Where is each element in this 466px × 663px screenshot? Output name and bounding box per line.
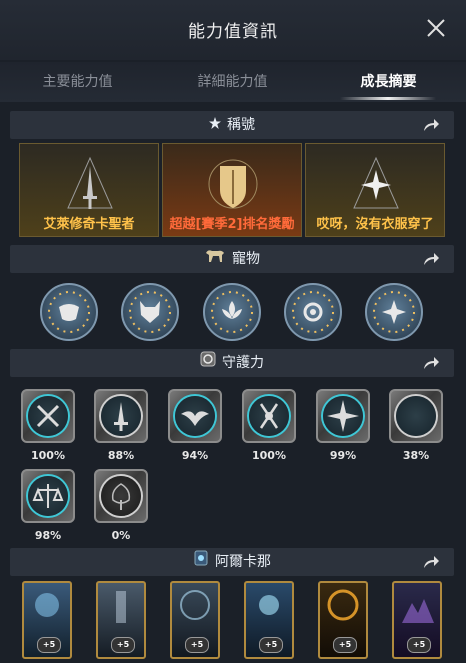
pet-slot-2[interactable] xyxy=(121,283,179,341)
card-level-badge: +5 xyxy=(333,637,357,653)
arcana-card-5[interactable]: +5 xyxy=(318,581,368,659)
pet-slot-1[interactable] xyxy=(40,283,98,341)
card-level-badge: +5 xyxy=(111,637,135,653)
title-card-label: 超越[賽季2]排名獎勵 xyxy=(169,217,295,232)
share-arrow-icon[interactable] xyxy=(422,117,440,133)
card-level-badge: +5 xyxy=(37,637,61,653)
card-level-badge: +5 xyxy=(407,637,431,653)
section-title-pets: 寵物 xyxy=(232,251,260,267)
tree-icon xyxy=(111,483,131,510)
guardian-slot-1[interactable] xyxy=(21,389,75,443)
tab-detail-stats[interactable]: 詳細能力值 xyxy=(155,62,310,102)
section-header-pets: 寵物 xyxy=(10,245,454,273)
arcana-card-1[interactable]: +5 xyxy=(22,581,72,659)
wolf-icon xyxy=(129,291,171,333)
share-arrow-icon[interactable] xyxy=(422,251,440,267)
card-art-icon xyxy=(327,589,359,621)
moon-icon xyxy=(410,406,420,426)
section-title-arcana: 阿爾卡那 xyxy=(215,554,271,570)
guardian-slot-3[interactable] xyxy=(168,389,222,443)
share-arrow-icon[interactable] xyxy=(422,355,440,371)
axes-icon xyxy=(259,403,279,429)
guardian-slot-5[interactable] xyxy=(316,389,370,443)
sword-icon xyxy=(114,402,128,431)
guardian-slot-2[interactable] xyxy=(94,389,148,443)
pet-slot-4[interactable] xyxy=(284,283,342,341)
guardian-percent: 0% xyxy=(111,529,131,542)
card-art-icon xyxy=(35,593,59,617)
title-card-label: 艾萊修奇卡聖者 xyxy=(43,217,135,232)
title-card-1[interactable]: 艾萊修奇卡聖者 xyxy=(19,143,159,237)
bird-icon xyxy=(181,411,209,426)
arcana-card-3[interactable]: +5 xyxy=(170,581,220,659)
title-card-3[interactable]: 哎呀，沒有衣服穿了 xyxy=(305,143,445,237)
section-title-guardian: 守護力 xyxy=(222,355,264,371)
section-header-titles: 稱號 xyxy=(10,111,454,139)
scales-icon xyxy=(32,484,64,508)
tab-main-stats[interactable]: 主要能力值 xyxy=(0,62,155,102)
tab-growth-summary[interactable]: 成長摘要 xyxy=(311,62,466,102)
pet-icon xyxy=(204,245,226,273)
guardian-percent: 88% xyxy=(107,449,135,462)
card-art-icon xyxy=(259,595,279,615)
guardian-slot-6[interactable] xyxy=(389,389,443,443)
card-art-icon xyxy=(402,599,434,623)
mask-icon xyxy=(48,291,90,333)
star-icon xyxy=(209,111,221,139)
arcana-card-6[interactable]: +5 xyxy=(392,581,442,659)
arcana-icon xyxy=(193,548,209,576)
crossed-swords-icon xyxy=(36,404,60,428)
sparkle-emblem-icon xyxy=(353,156,399,209)
compass-star-icon xyxy=(327,400,359,432)
title-card-label: 哎呀，沒有衣服穿了 xyxy=(316,217,434,232)
close-icon[interactable] xyxy=(426,18,446,38)
section-title-titles: 稱號 xyxy=(227,117,255,133)
tab-bar: 主要能力值 詳細能力值 成長摘要 xyxy=(0,62,466,102)
guardian-percent: 99% xyxy=(329,449,357,462)
guardian-icon xyxy=(200,349,216,377)
lotus-icon xyxy=(211,291,253,333)
guardian-percent: 98% xyxy=(34,529,62,542)
share-arrow-icon[interactable] xyxy=(422,554,440,570)
pet-slot-3[interactable] xyxy=(203,283,261,341)
window-header: 能力值資訊 xyxy=(0,0,466,60)
card-level-badge: +5 xyxy=(259,637,283,653)
section-header-arcana: 阿爾卡那 xyxy=(10,548,454,576)
card-level-badge: +5 xyxy=(185,637,209,653)
guardian-slot-7[interactable] xyxy=(21,469,75,523)
guardian-percent: 100% xyxy=(252,449,286,462)
active-tab-indicator xyxy=(340,97,436,100)
section-header-guardian: 守護力 xyxy=(10,349,454,377)
arcana-card-4[interactable]: +5 xyxy=(244,581,294,659)
card-art-icon xyxy=(180,590,210,620)
guardian-slot-4[interactable] xyxy=(242,389,296,443)
title-card-2[interactable]: 超越[賽季2]排名獎勵 xyxy=(162,143,302,237)
guardian-percent: 100% xyxy=(31,449,65,462)
eye-icon xyxy=(292,291,334,333)
pet-slot-5[interactable] xyxy=(365,283,423,341)
page-title: 能力值資訊 xyxy=(188,22,278,42)
guardian-slot-8[interactable] xyxy=(94,469,148,523)
sword-emblem-icon xyxy=(67,156,113,209)
flower-icon xyxy=(373,291,415,333)
shield-emblem-icon xyxy=(208,159,258,209)
guardian-percent: 94% xyxy=(181,449,209,462)
guardian-percent: 38% xyxy=(402,449,430,462)
arcana-card-2[interactable]: +5 xyxy=(96,581,146,659)
card-art-icon xyxy=(116,591,126,623)
